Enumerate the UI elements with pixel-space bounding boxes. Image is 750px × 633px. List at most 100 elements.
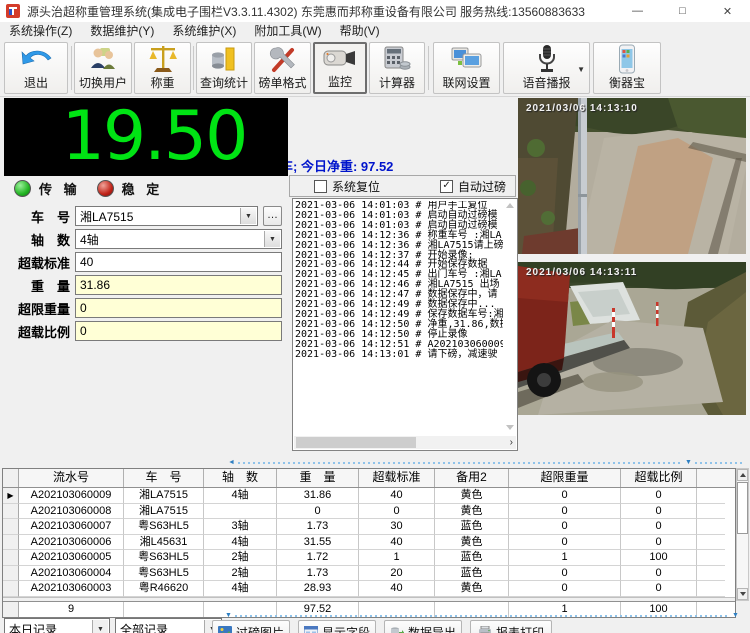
table-row[interactable]: A202103060007粤S63HL53轴1.7330蓝色00	[3, 519, 735, 535]
scrollbar-thumb[interactable]	[737, 482, 748, 534]
print-report-button[interactable]: 报表打印	[470, 620, 552, 633]
scroll-right-icon[interactable]: ›	[510, 436, 513, 449]
filter-value: 本日记录	[9, 621, 57, 633]
exit-button[interactable]: 退出	[4, 42, 68, 94]
exit-arrow-icon	[19, 43, 53, 74]
table-row[interactable]: ▶A202103060009湘LA75154轴31.8640黄色00	[3, 488, 735, 504]
table-row[interactable]: A202103060003粤R466204轴28.9340黄色00	[3, 581, 735, 597]
toolbar-button-label: 计算器	[379, 74, 415, 91]
over-limit-weight-input[interactable]: 0	[75, 298, 282, 318]
table-row[interactable]: A202103060004粤S63HL52轴1.7320蓝色00	[3, 566, 735, 582]
log-entry: 2021-03-06 14:13:01 # 请下磅，减速驶	[295, 350, 503, 360]
toolbar-button-label: 衡器宝	[609, 74, 645, 91]
scale-app-button[interactable]: 衡器宝	[593, 42, 661, 94]
overload-standard-input[interactable]: 40	[75, 252, 282, 272]
table-cell: 4轴	[204, 581, 277, 597]
column-header[interactable]: 流水号	[19, 469, 124, 487]
event-log-panel[interactable]: 2021-03-06 14:01:03 # 用户手工复位2021-03-06 1…	[292, 198, 518, 451]
table-cell: 3轴	[204, 519, 277, 535]
table-cell: A202103060004	[19, 566, 124, 582]
scroll-down-icon[interactable]	[506, 425, 514, 430]
table-cell: 0	[509, 535, 621, 551]
overload-ratio-input[interactable]: 0	[75, 321, 282, 341]
network-settings-button[interactable]: 联网设置	[433, 42, 500, 94]
horizontal-splitter-bottom[interactable]: ▼ ▼	[0, 613, 750, 619]
table-cell: 2轴	[204, 550, 277, 566]
calculator-button[interactable]: 计算器	[369, 42, 425, 94]
users-icon	[88, 43, 118, 74]
chevron-down-icon[interactable]: ▼	[92, 620, 108, 633]
transmit-indicator-icon	[14, 180, 31, 197]
network-icon	[450, 43, 484, 74]
table-cell: 1.72	[277, 550, 359, 566]
auto-weigh-checkbox[interactable]: ✓ 自动过磅	[440, 178, 506, 195]
axle-count-combo[interactable]: 4轴 ▼	[75, 229, 282, 249]
menu-item[interactable]: 数据维护(Y)	[81, 22, 163, 40]
column-header[interactable]: 超载标准	[359, 469, 435, 487]
menu-item[interactable]: 附加工具(W)	[245, 22, 330, 40]
column-header[interactable]: 轴 数	[204, 469, 277, 487]
plate-browse-button[interactable]: …	[263, 206, 282, 226]
column-header[interactable]: 备用2	[435, 469, 509, 487]
table-cell: 1.73	[277, 519, 359, 535]
app-logo-icon	[6, 4, 20, 18]
chevron-down-icon[interactable]: ▼	[240, 208, 256, 224]
menu-item[interactable]: 帮助(V)	[331, 22, 389, 40]
chevron-down-icon[interactable]: ▼	[264, 231, 280, 247]
plate-number-combo[interactable]: 湘LA7515 ▼	[75, 206, 258, 226]
column-header[interactable]: 超限重量	[509, 469, 621, 487]
menu-item[interactable]: 系统操作(Z)	[0, 22, 81, 40]
table-cell: 0	[621, 519, 697, 535]
system-reset-checkbox[interactable]: 系统复位	[314, 178, 380, 195]
table-row[interactable]: A202103060006湘L456314轴31.5540黄色00	[3, 535, 735, 551]
column-header[interactable]: 车 号	[124, 469, 204, 487]
table-row[interactable]: A202103060008湘LA751500黄色00	[3, 504, 735, 520]
column-header[interactable]: 重 量	[277, 469, 359, 487]
switch-user-button[interactable]: 切换用户	[74, 42, 132, 94]
export-icon	[390, 626, 404, 633]
axle-count-row: 轴 数 4轴 ▼	[0, 229, 290, 249]
monitor-button[interactable]: 监控	[313, 42, 367, 94]
scrollbar-thumb[interactable]	[296, 437, 416, 448]
close-button[interactable]: ✕	[705, 0, 750, 22]
horizontal-splitter[interactable]: ◄ ▼	[0, 460, 750, 466]
overload-ratio-label: 超载比例	[0, 322, 70, 341]
table-vertical-scrollbar[interactable]	[736, 468, 749, 601]
table-cell: 0	[509, 519, 621, 535]
show-fields-button[interactable]: 显示字段	[298, 620, 376, 633]
splitter-collapse-down-icon[interactable]: ▼	[685, 458, 692, 467]
minimize-button[interactable]: —	[615, 0, 660, 22]
row-selector	[3, 504, 19, 520]
table-cell: 40	[359, 535, 435, 551]
query-stats-button[interactable]: 查询统计	[196, 42, 252, 94]
maximize-button[interactable]: □	[660, 0, 705, 22]
scroll-up-icon[interactable]	[506, 203, 514, 208]
menu-item[interactable]: 系统维护(X)	[163, 22, 245, 40]
record-type-filter[interactable]: 全部记录 ▼	[115, 618, 222, 633]
voice-broadcast-button[interactable]: 语音播报 ▼	[503, 42, 590, 94]
weight-input[interactable]: 31.86	[75, 275, 282, 295]
log-horizontal-scrollbar[interactable]: ›	[294, 436, 516, 449]
camera1-scene	[518, 98, 746, 254]
checkbox-label: 自动过磅	[458, 178, 506, 195]
scroll-down-icon[interactable]	[737, 588, 748, 600]
records-table[interactable]: 流水号车 号轴 数重 量超载标准备用2超限重量超载比例▶A20210306000…	[2, 468, 736, 618]
record-range-filter[interactable]: 本日记录 ▼	[4, 618, 110, 633]
splitter-collapse-left-icon[interactable]: ◄	[228, 458, 235, 467]
chevron-down-icon[interactable]: ▼	[577, 65, 585, 74]
splitter-collapse-down-icon[interactable]: ▼	[732, 611, 739, 620]
weigh-button[interactable]: 称重	[134, 42, 191, 94]
table-cell: 20	[359, 566, 435, 582]
column-header[interactable]: 超载比例	[621, 469, 697, 487]
camera2-timestamp: 2021/03/06 14:13:11	[526, 267, 637, 278]
export-data-button[interactable]: 数据导出	[384, 620, 462, 633]
table-cell: 2轴	[204, 566, 277, 582]
ticket-format-button[interactable]: 磅单格式	[254, 42, 311, 94]
weigh-photos-button[interactable]: 过磅图片	[212, 620, 290, 633]
table-cell: 40	[359, 488, 435, 504]
row-selector	[3, 550, 19, 566]
table-row[interactable]: A202103060005粤S63HL52轴1.721蓝色1100	[3, 550, 735, 566]
toolbar-button-label: 称重	[150, 74, 174, 91]
splitter-collapse-down-icon[interactable]: ▼	[225, 611, 232, 620]
scroll-up-icon[interactable]	[737, 469, 748, 481]
